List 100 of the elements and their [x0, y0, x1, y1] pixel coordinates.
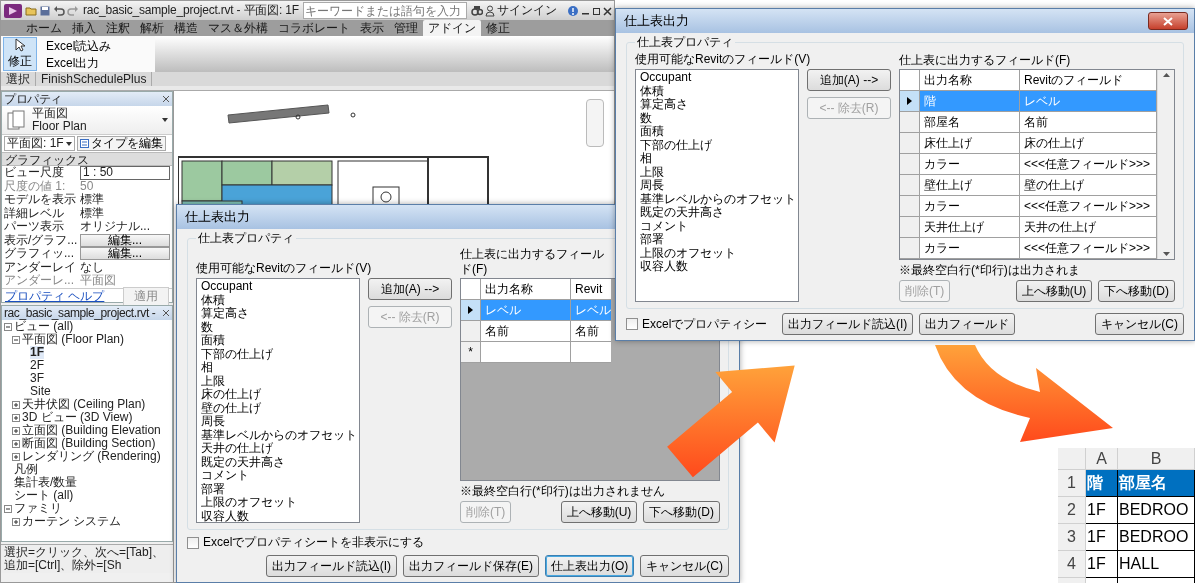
type-selector[interactable]: 平面図 Floor Plan	[2, 106, 172, 135]
dialog-button[interactable]: 出力フィールド	[919, 313, 1016, 335]
row-number[interactable]: 4	[1058, 551, 1086, 578]
restore-icon[interactable]	[592, 5, 601, 16]
list-item[interactable]: 面積	[201, 334, 225, 348]
column-header[interactable]: Revitのフィールド	[1020, 70, 1157, 91]
ribbon-tab[interactable]: 解析	[135, 20, 169, 36]
column-header[interactable]: A	[1086, 448, 1118, 470]
list-item[interactable]: 収容人数	[201, 509, 249, 523]
list-item[interactable]: Occupant	[640, 71, 692, 85]
column-header[interactable]: B	[1118, 448, 1195, 470]
expand-icon[interactable]	[12, 426, 20, 435]
tree-item[interactable]: Site	[30, 385, 51, 398]
expand-icon[interactable]	[12, 439, 20, 448]
row-number[interactable]: 3	[1058, 524, 1086, 551]
view-selector[interactable]: 平面図: 1F	[4, 136, 75, 151]
tree-item[interactable]: シート (all)	[14, 489, 74, 502]
ribbon-tab[interactable]: 管理	[389, 20, 423, 36]
folder-icon[interactable]	[25, 4, 37, 17]
ribbon-button[interactable]: Excel読込み	[41, 37, 117, 54]
checkbox-label[interactable]: Excelでプロパティシー	[642, 315, 768, 333]
dialog-button[interactable]: キャンセル(C)	[640, 555, 729, 577]
list-item[interactable]: コメント	[640, 219, 688, 233]
collapse-icon[interactable]	[4, 322, 12, 331]
list-item[interactable]: 部署	[201, 482, 225, 496]
tree-item[interactable]: 1F	[30, 346, 44, 359]
list-item[interactable]: 数	[201, 320, 213, 334]
dialog-button[interactable]: 出力フィールド読込(I)	[782, 313, 914, 335]
close-button[interactable]	[1148, 12, 1188, 30]
user-icon[interactable]	[484, 4, 495, 17]
table-row[interactable]: 天井仕上げ 天井の仕上げ	[900, 217, 1157, 238]
scroll-down-icon[interactable]	[1162, 252, 1170, 256]
collapse-icon[interactable]	[4, 504, 12, 513]
ribbon-tab[interactable]: 修正	[481, 20, 515, 36]
sign-in-button[interactable]: サインイン	[496, 2, 557, 19]
tree-item[interactable]: カーテン システム	[22, 515, 122, 528]
move-up-button[interactable]: 上へ移動(U)	[1015, 280, 1093, 302]
ribbon-tab[interactable]: ホーム	[21, 20, 67, 36]
tree-item[interactable]: 天井伏図 (Ceiling Plan)	[22, 398, 146, 411]
edit-type-button[interactable]: タイプを編集	[76, 136, 166, 151]
list-item[interactable]: 数	[640, 111, 652, 125]
help-link[interactable]: プロパティ ヘルプ	[5, 288, 105, 305]
move-down-button[interactable]: 下へ移動(D)	[643, 501, 720, 523]
search-field[interactable]: キーワードまたは語句を入力	[302, 2, 467, 19]
ribbon-tab[interactable]: コラボレート	[273, 20, 355, 36]
table-row[interactable]: カラー <<<任意フィールド>>>	[900, 154, 1157, 175]
list-item[interactable]: 上限	[201, 374, 225, 388]
ribbon-tab[interactable]: 表示	[355, 20, 389, 36]
available-fields-list[interactable]: Occupant 体積 算定高さ 数 面積 下部の仕上げ 相 上限 周長 基準レベルからのオフセット 既定の天井高さ コメント 部署 上限のオフセット 収容人数	[635, 69, 799, 302]
close-icon[interactable]	[162, 95, 170, 103]
ribbon-tab[interactable]: 注釈	[101, 20, 135, 36]
checkbox-label[interactable]: Excelでプロパティシートを非表示にする	[203, 534, 425, 551]
list-item[interactable]: 上限のオフセット	[201, 496, 297, 510]
move-down-button[interactable]: 下へ移動(D)	[1098, 280, 1175, 302]
list-item[interactable]: 基準レベルからのオフセット	[640, 192, 796, 206]
tree-item[interactable]: 2F	[30, 359, 44, 372]
list-item[interactable]: 周長	[201, 415, 225, 429]
tree-item[interactable]: 凡例	[14, 463, 38, 476]
list-item[interactable]: 体積	[640, 84, 664, 98]
list-item[interactable]: 床の仕上げ	[201, 388, 261, 402]
expand-icon[interactable]	[12, 413, 20, 422]
list-item[interactable]: 算定高さ	[640, 98, 688, 112]
search-icon[interactable]	[470, 4, 483, 17]
list-item[interactable]: 天井の仕上げ	[201, 442, 273, 456]
move-up-button[interactable]: 上へ移動(U)	[560, 501, 638, 523]
tree-item[interactable]: 立面図 (Building Elevation	[22, 424, 161, 437]
list-item[interactable]: 既定の天井高さ	[640, 206, 724, 220]
collapse-icon[interactable]	[12, 335, 20, 344]
available-fields-list[interactable]: Occupant 体積 算定高さ 数 面積 下部の仕上げ 相 上限 床の仕上げ 壁の仕上げ 周長 基準レベルからのオフセット 天井の仕上げ 既定の天井高さ コメント 部署 上限のオフセット 収容人数	[196, 278, 360, 523]
undo-icon[interactable]	[53, 4, 65, 17]
list-item[interactable]: 相	[201, 361, 213, 375]
close-icon[interactable]	[162, 309, 170, 317]
property-field[interactable]: 1 : 50	[80, 166, 170, 180]
tree-item[interactable]: 集計表/数量	[14, 476, 78, 489]
modify-tool-button[interactable]: 修正	[3, 37, 37, 71]
ribbon-tab[interactable]: アドイン	[423, 20, 481, 36]
list-item[interactable]: Occupant	[201, 280, 253, 294]
add-button[interactable]: 追加(A) -->	[368, 278, 452, 300]
tree-item[interactable]: ファミリ	[14, 502, 62, 515]
ribbon-tab[interactable]: 構造	[169, 20, 203, 36]
table-row[interactable]: 床仕上げ 床の仕上げ	[900, 133, 1157, 154]
list-item[interactable]: 部署	[640, 233, 664, 247]
dialog-button[interactable]: 仕上表出力(O)	[545, 555, 635, 577]
expand-icon[interactable]	[12, 400, 20, 409]
tree-item[interactable]: レンダリング (Rendering)	[22, 450, 161, 463]
tree-item[interactable]: 3D ビュー (3D View)	[22, 411, 133, 424]
row-number[interactable]: 2	[1058, 497, 1086, 524]
list-item[interactable]: 下部の仕上げ	[201, 347, 273, 361]
dialog-button[interactable]: キャンセル(C)	[1095, 313, 1184, 335]
column-header[interactable]: 出力名称	[920, 70, 1020, 91]
list-item[interactable]: 壁の仕上げ	[201, 401, 261, 415]
property-edit-button[interactable]: 編集...	[80, 233, 170, 247]
dialog-button[interactable]: 出力フィールド保存(E)	[403, 555, 539, 577]
expand-icon[interactable]	[12, 452, 20, 461]
list-item[interactable]: 基準レベルからのオフセット	[201, 428, 357, 442]
ribbon-tab[interactable]: マス＆外構	[203, 20, 273, 36]
list-item[interactable]: 上限のオフセット	[640, 246, 736, 260]
list-item[interactable]: 既定の天井高さ	[201, 455, 285, 469]
table-row[interactable]: 壁仕上げ 壁の仕上げ	[900, 175, 1157, 196]
checkbox[interactable]	[187, 536, 199, 549]
